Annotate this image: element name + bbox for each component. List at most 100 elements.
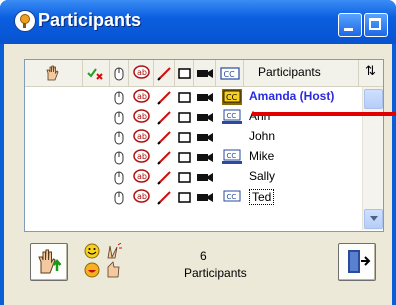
closed-captions-icon: CC [222, 189, 242, 209]
raise-hand-button[interactable] [30, 243, 68, 281]
window-box-icon [178, 169, 191, 189]
chat-icon: ab [133, 189, 150, 209]
participant-row[interactable]: ab John [25, 127, 361, 147]
window-box-icon [178, 68, 191, 79]
window-box-icon [178, 189, 191, 209]
mouse-icon [113, 89, 125, 109]
header-participants[interactable]: Participants [244, 60, 359, 86]
header-captions[interactable]: CC [216, 60, 244, 86]
participants-app-icon [14, 10, 36, 32]
exit-door-icon [348, 250, 371, 273]
mouse-icon [113, 129, 125, 149]
participants-column-label: Participants [258, 65, 321, 79]
pencil-icon [157, 67, 171, 81]
header-presenter[interactable] [175, 60, 194, 86]
pencil-icon [157, 109, 172, 129]
window-title: Participants [38, 10, 142, 30]
chat-icon: ab [133, 109, 150, 129]
video-camera-icon [197, 69, 213, 78]
svg-text:CC: CC [227, 152, 237, 160]
participant-row[interactable]: ab CC Mike [25, 147, 361, 167]
participant-name: Sally [249, 169, 276, 183]
pencil-icon [157, 149, 172, 169]
smile-icon[interactable] [84, 243, 100, 259]
video-camera-icon [196, 169, 214, 189]
window-box-icon [178, 109, 191, 129]
participant-rows: ab CC Amanda (Host) ab CC Ann ab John ab CC Mike ab… [25, 87, 361, 229]
participant-name: Mike [249, 149, 275, 163]
closed-captions-icon: CC [222, 89, 242, 109]
svg-text:CC: CC [224, 70, 236, 79]
participant-count: 6 [200, 249, 207, 263]
scroll-down-button[interactable] [364, 209, 383, 229]
svg-text:ab: ab [137, 92, 147, 101]
svg-text:CC: CC [226, 93, 238, 102]
list-header: ab CC Participants ⇅ [25, 60, 383, 87]
svg-text:ab: ab [137, 172, 147, 181]
chat-icon: ab [133, 65, 150, 79]
emoticons-group[interactable] [84, 243, 124, 279]
header-chat[interactable]: ab [129, 60, 154, 86]
applause-icon[interactable] [107, 243, 122, 259]
participant-name: John [249, 129, 276, 143]
pencil-icon [157, 89, 172, 109]
window-box-icon [178, 149, 191, 169]
participant-name: Amanda (Host) [249, 89, 335, 103]
thumbs-icon[interactable] [107, 261, 120, 278]
pencil-icon [157, 169, 172, 189]
chat-icon: ab [133, 129, 150, 149]
header-feedback[interactable] [83, 60, 110, 86]
mouse-icon [113, 109, 125, 129]
svg-text:ab: ab [137, 152, 147, 161]
chat-icon: ab [133, 89, 150, 109]
window-box-icon [178, 129, 191, 149]
participant-row[interactable]: ab CC Ted [25, 187, 361, 207]
pencil-icon [157, 189, 172, 209]
svg-text:ab: ab [137, 68, 147, 77]
video-camera-icon [196, 89, 214, 109]
video-camera-icon [196, 189, 214, 209]
annotation-arrow [252, 112, 396, 116]
participant-row[interactable]: ab CC Amanda (Host) [25, 87, 361, 107]
participants-window: Participants ab CC Participants ⇅ ab CC … [0, 0, 396, 305]
header-mouse[interactable] [110, 60, 129, 86]
chat-icon: ab [133, 169, 150, 189]
header-raise-hand[interactable] [25, 60, 83, 86]
raise-hand-up-icon [38, 249, 62, 274]
video-camera-icon [196, 109, 214, 129]
maximize-button[interactable] [364, 13, 388, 37]
svg-text:CC: CC [227, 112, 237, 120]
closed-captions-icon: CC [220, 67, 240, 80]
minimize-button[interactable] [338, 13, 362, 37]
participant-row[interactable]: ab Sally [25, 167, 361, 187]
participants-list: ab CC Participants ⇅ ab CC Amanda (Host) ab… [24, 59, 384, 232]
chat-icon: ab [133, 149, 150, 169]
svg-text:CC: CC [227, 193, 237, 201]
pencil-icon [157, 129, 172, 149]
sort-icon[interactable]: ⇅ [365, 64, 376, 79]
participant-name: Ted [249, 189, 275, 205]
video-camera-icon [196, 129, 214, 149]
participant-row[interactable]: ab CC Ann [25, 107, 361, 127]
window-box-icon [178, 89, 191, 109]
raise-hand-icon [46, 65, 59, 81]
mouse-icon [113, 169, 125, 189]
participants-footer: 6 Participants [24, 239, 382, 299]
title-bar: Participants [0, 0, 396, 44]
closed-captions-icon: CC [222, 109, 242, 129]
mouse-icon [113, 149, 125, 169]
svg-text:ab: ab [137, 132, 147, 141]
scroll-thumb[interactable] [364, 89, 383, 109]
participant-count-label: Participants [184, 266, 247, 280]
svg-text:ab: ab [137, 112, 147, 121]
laugh-icon[interactable] [84, 262, 100, 278]
mouse-icon [113, 189, 125, 209]
svg-text:ab: ab [137, 192, 147, 201]
mouse-icon [114, 67, 124, 81]
leave-meeting-button[interactable] [338, 243, 376, 281]
header-video[interactable] [194, 60, 216, 86]
header-annotate[interactable] [154, 60, 175, 86]
list-scrollbar[interactable] [362, 87, 383, 230]
video-camera-icon [196, 149, 214, 169]
check-x-icon [87, 68, 103, 80]
